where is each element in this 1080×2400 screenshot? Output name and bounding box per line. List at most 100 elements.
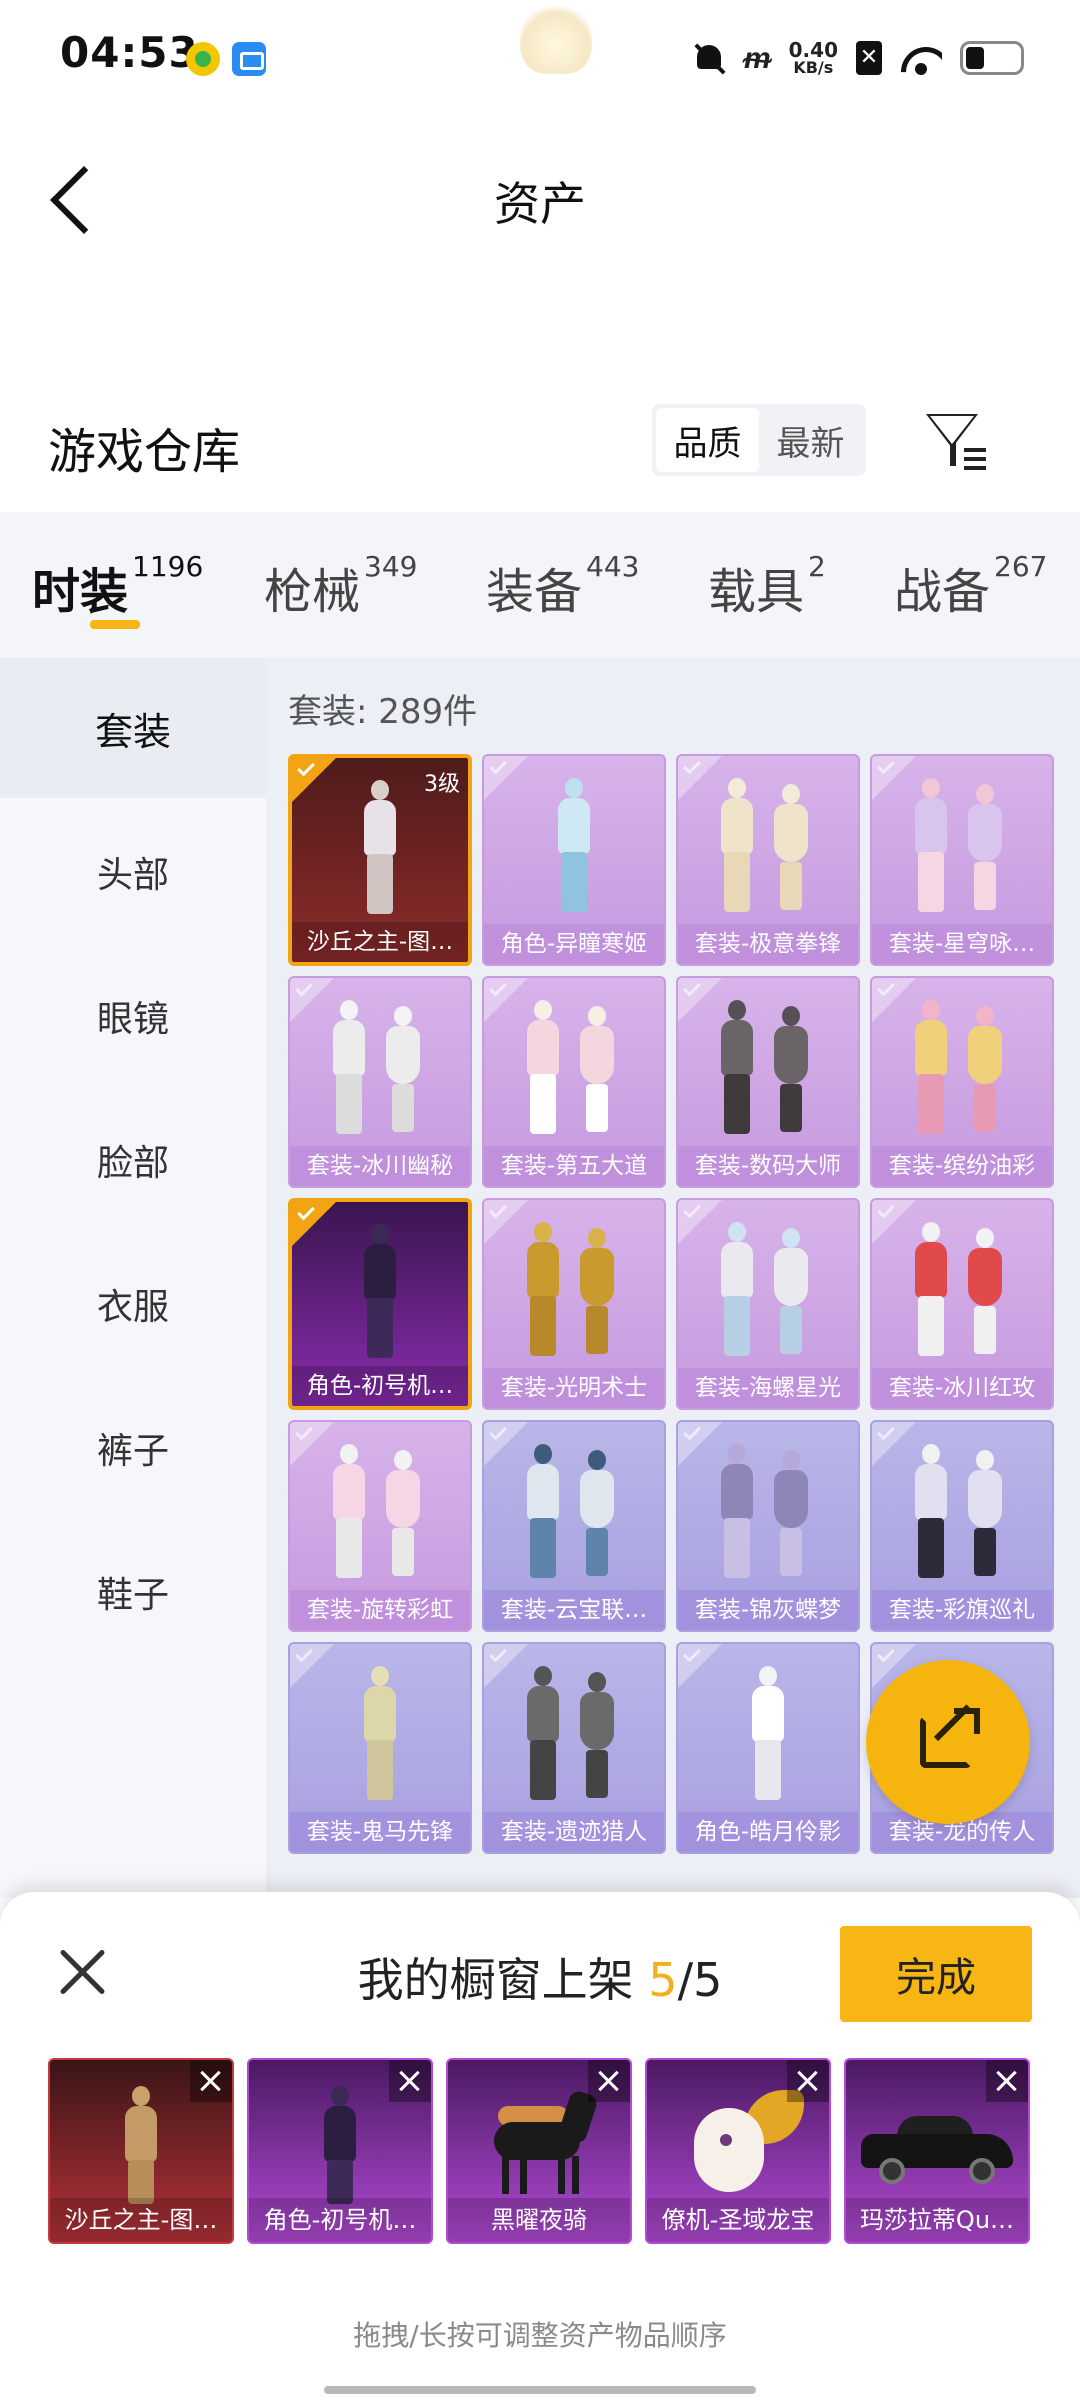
- grid-tile[interactable]: 套装-遗迹猎人: [482, 1642, 666, 1854]
- tile-label: 套装-冰川红玫: [872, 1368, 1052, 1408]
- figure-body: [558, 798, 590, 854]
- done-button[interactable]: 完成: [840, 1926, 1032, 2022]
- tab-firearms[interactable]: 枪械 349: [264, 550, 418, 622]
- figure-shape: [524, 1000, 624, 1140]
- tab-count: 349: [364, 550, 418, 583]
- share-button[interactable]: [866, 1660, 1030, 1824]
- sort-quality-button[interactable]: 品质: [656, 408, 759, 472]
- figure-legs-b: [586, 1528, 608, 1576]
- grid-tile[interactable]: 套装-鬼马先锋: [288, 1642, 472, 1854]
- figure-legs: [724, 1074, 750, 1134]
- grid-tile[interactable]: 套装-旋转彩虹: [288, 1420, 472, 1632]
- figure-body-b: [580, 1248, 614, 1306]
- grid-tile[interactable]: 角色-初号机…: [288, 1198, 472, 1410]
- figure-body: [527, 1686, 559, 1742]
- remove-icon[interactable]: [986, 2060, 1028, 2102]
- item-figure: [668, 2086, 808, 2206]
- grid-tile[interactable]: 套装-彩旗巡礼: [870, 1420, 1054, 1632]
- network-speed: 0.40 KB/s: [789, 40, 838, 76]
- figure-head-b: [976, 1228, 994, 1248]
- figure-head-b: [394, 1450, 412, 1470]
- grid-tile[interactable]: 套装-数码大师: [676, 976, 860, 1188]
- category-tabs: 时装 1196 枪械 349 装备 443 载具 2 战备 267: [0, 512, 1080, 658]
- figure-body-b: [774, 1026, 808, 1084]
- grid-tile[interactable]: 套装-缤纷油彩: [870, 976, 1054, 1188]
- grid-tile[interactable]: 套装-冰川红玫: [870, 1198, 1054, 1410]
- shelf-item[interactable]: 黑曜夜骑: [446, 2058, 632, 2244]
- grid-tile[interactable]: 套装-海螺星光: [676, 1198, 860, 1410]
- home-indicator: [324, 2386, 756, 2394]
- figure-head: [331, 2086, 349, 2106]
- horse-leg: [558, 2156, 565, 2194]
- item-figure: [718, 778, 818, 918]
- grid-tile[interactable]: 套装-极意拳锋: [676, 754, 860, 966]
- subnav-item-face[interactable]: 脸部: [0, 1090, 266, 1230]
- figure-shape: [524, 1444, 624, 1584]
- shelf-item[interactable]: 僚机-圣域龙宝: [645, 2058, 831, 2244]
- tab-fashion[interactable]: 时装 1196: [32, 550, 203, 622]
- grid-tile[interactable]: 角色-皓月伶影: [676, 1642, 860, 1854]
- shelf-item[interactable]: 沙丘之主-图…: [48, 2058, 234, 2244]
- item-figure: [912, 778, 1012, 918]
- figure-body: [125, 2106, 157, 2162]
- remove-icon[interactable]: [389, 2060, 431, 2102]
- grid-tile[interactable]: 套装-云宝联…: [482, 1420, 666, 1632]
- figure-legs-b: [392, 1528, 414, 1576]
- figure-legs: [530, 1740, 556, 1800]
- tab-label: 战备: [894, 564, 991, 620]
- tile-label: 套装-星穹咏…: [872, 924, 1052, 964]
- wifi-icon: [900, 41, 942, 75]
- header: 资产: [0, 130, 1080, 260]
- subnav-item-pants[interactable]: 裤子: [0, 1378, 266, 1518]
- grid-tile[interactable]: 套装-光明术士: [482, 1198, 666, 1410]
- figure-body: [333, 1464, 365, 1520]
- horse-leg: [520, 2156, 527, 2194]
- grid-tile[interactable]: 角色-异瞳寒姬: [482, 754, 666, 966]
- filter-stem: [950, 442, 956, 466]
- grid-tile[interactable]: 套装-第五大道: [482, 976, 666, 1188]
- figure-body: [527, 1242, 559, 1298]
- filter-icon[interactable]: [922, 406, 988, 472]
- level-badge: 3级: [424, 772, 460, 797]
- figure-legs-b: [780, 1306, 802, 1354]
- tile-label: 套装-极意拳锋: [678, 924, 858, 964]
- figure-legs-b: [974, 862, 996, 910]
- figure-legs: [367, 1298, 393, 1358]
- shelf-item[interactable]: 角色-初号机…: [247, 2058, 433, 2244]
- tab-vehicles[interactable]: 载具 2: [708, 550, 826, 622]
- subnav-item-head[interactable]: 头部: [0, 802, 266, 942]
- sort-newest-button[interactable]: 最新: [759, 408, 862, 472]
- status-bar: 04:53 ᵯ 0.40 KB/s ✕: [0, 0, 1080, 110]
- item-figure: [912, 1000, 1012, 1140]
- figure-legs: [724, 852, 750, 912]
- subnav-item-shoes[interactable]: 鞋子: [0, 1522, 266, 1662]
- figure-head: [371, 780, 389, 800]
- figure-legs: [561, 852, 587, 912]
- figure-legs-b: [780, 1084, 802, 1132]
- remove-icon[interactable]: [588, 2060, 630, 2102]
- figure-legs-b: [974, 1528, 996, 1576]
- subnav-item-clothes[interactable]: 衣服: [0, 1234, 266, 1374]
- figure-legs: [918, 1296, 944, 1356]
- tab-battle-prep[interactable]: 战备 267: [894, 550, 1047, 622]
- grid-tile[interactable]: 3级 沙丘之主-图…: [288, 754, 472, 966]
- figure-legs-b: [974, 1306, 996, 1354]
- figure-body: [324, 2106, 356, 2162]
- figure-head: [534, 1000, 552, 1020]
- figure-head: [132, 2086, 150, 2106]
- tab-equipment[interactable]: 装备 443: [486, 550, 639, 622]
- grid-tile[interactable]: 套装-冰川幽秘: [288, 976, 472, 1188]
- remove-icon[interactable]: [787, 2060, 829, 2102]
- figure-legs: [530, 1296, 556, 1356]
- subnav-item-glasses[interactable]: 眼镜: [0, 946, 266, 1086]
- remove-icon[interactable]: [190, 2060, 232, 2102]
- subnav-item-suit[interactable]: 套装: [0, 658, 266, 798]
- grid-tile[interactable]: 套装-星穹咏…: [870, 754, 1054, 966]
- shelf-item[interactable]: 玛莎拉蒂Qu…: [844, 2058, 1030, 2244]
- grid-tile[interactable]: 套装-锦灰蝶梦: [676, 1420, 860, 1632]
- figure-head: [922, 1222, 940, 1242]
- figure-body-b: [774, 1248, 808, 1306]
- figure-legs: [918, 1074, 944, 1134]
- sheet-count-current: 5: [648, 1953, 678, 2007]
- speed-unit: KB/s: [793, 58, 834, 77]
